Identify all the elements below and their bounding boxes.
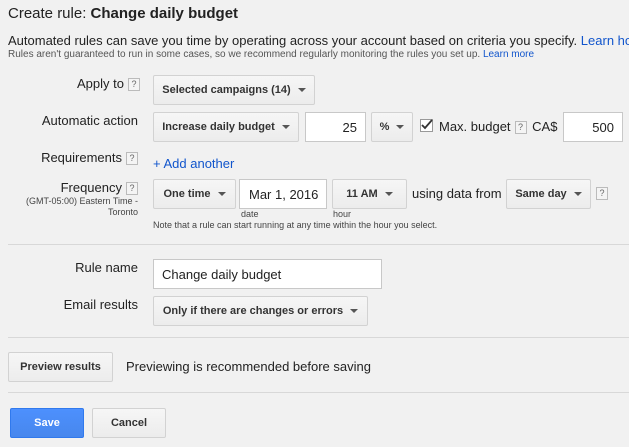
apply-to-help-icon[interactable]: ? [128,78,140,92]
date-input[interactable]: Mar 1, 2016 [239,179,327,209]
chevron-down-icon [573,192,582,196]
description: Automated rules can save you time by ope… [8,33,629,48]
currency-label: CA$ [532,119,558,134]
apply-to-value: Selected campaigns (14) [162,84,291,96]
max-budget-group: Max. budget? CA$ [439,119,558,135]
sub-description-text: Rules aren't guaranteed to run in some c… [8,49,481,60]
email-results-dropdown[interactable]: Only if there are changes or errors [153,296,368,326]
preview-results-button[interactable]: Preview results [8,352,113,382]
cancel-button[interactable]: Cancel [92,408,166,438]
add-requirement-link[interactable]: + Add another [153,156,234,171]
save-button[interactable]: Save [10,408,84,438]
learn-how-link[interactable]: Learn ho [581,33,629,48]
action-unit-value: % [379,121,390,133]
using-data-from-text: using data from [412,186,502,201]
learn-more-link[interactable]: Learn more [483,49,534,60]
rule-title: Change daily budget [90,5,239,22]
timezone-line1: (GMT-05:00) Eastern Time - [25,196,138,206]
title-prefix: Create rule: [8,5,87,22]
data-range-dropdown[interactable]: Same day [506,179,591,209]
preview-hint: Previewing is recommended before saving [126,359,371,374]
rule-name-label: Rule name [75,260,138,275]
action-amount-input[interactable]: 25 [305,112,366,142]
sub-description: Rules aren't guaranteed to run in some c… [8,49,534,60]
frequency-value: One time [163,188,211,200]
chevron-down-icon [217,192,226,196]
frequency-dropdown[interactable]: One time [153,179,236,209]
hour-caption: hour [333,209,352,219]
chevron-down-icon [281,125,290,129]
timezone-line2: Toronto [107,207,138,217]
frequency-label-group: Frequency? [0,180,138,196]
apply-to-label-group: Apply to? [0,76,140,92]
data-range-value: Same day [515,188,567,200]
automatic-action-label: Automatic action [41,113,138,128]
section-divider [8,337,629,338]
action-type-dropdown[interactable]: Increase daily budget [153,112,299,142]
max-budget-help-icon[interactable]: ? [514,121,527,135]
requirements-label-group: Requirements? [0,150,138,166]
apply-to-dropdown[interactable]: Selected campaigns (14) [153,75,315,105]
max-budget-label: Max. budget [439,119,511,134]
chevron-down-icon [297,88,306,92]
section-divider [8,392,629,393]
max-budget-input[interactable]: 500 [563,112,623,142]
requirements-help-icon[interactable]: ? [126,152,138,166]
section-divider [8,244,629,245]
frequency-note: Note that a rule can start running at an… [153,220,438,230]
hour-value: 11 AM [346,188,378,200]
max-budget-checkbox[interactable] [420,119,433,132]
chevron-down-icon [384,192,393,196]
action-type-value: Increase daily budget [162,121,275,133]
action-unit-dropdown[interactable]: % [371,112,413,142]
requirements-label: Requirements [41,150,122,165]
data-range-help-icon[interactable]: ? [596,187,608,200]
apply-to-label: Apply to [77,76,124,91]
hour-dropdown[interactable]: 11 AM [332,179,407,209]
email-results-label: Email results [63,297,138,312]
frequency-label: Frequency [60,180,122,195]
email-results-value: Only if there are changes or errors [162,305,344,317]
chevron-down-icon [350,309,359,313]
chevron-down-icon [396,125,405,129]
checkmark-icon [421,119,433,130]
date-caption: date [241,209,259,219]
page-title: Create rule: Change daily budget [8,5,238,22]
frequency-help-icon[interactable]: ? [126,182,138,196]
rule-name-input[interactable]: Change daily budget [153,259,382,289]
description-text: Automated rules can save you time by ope… [8,33,578,48]
